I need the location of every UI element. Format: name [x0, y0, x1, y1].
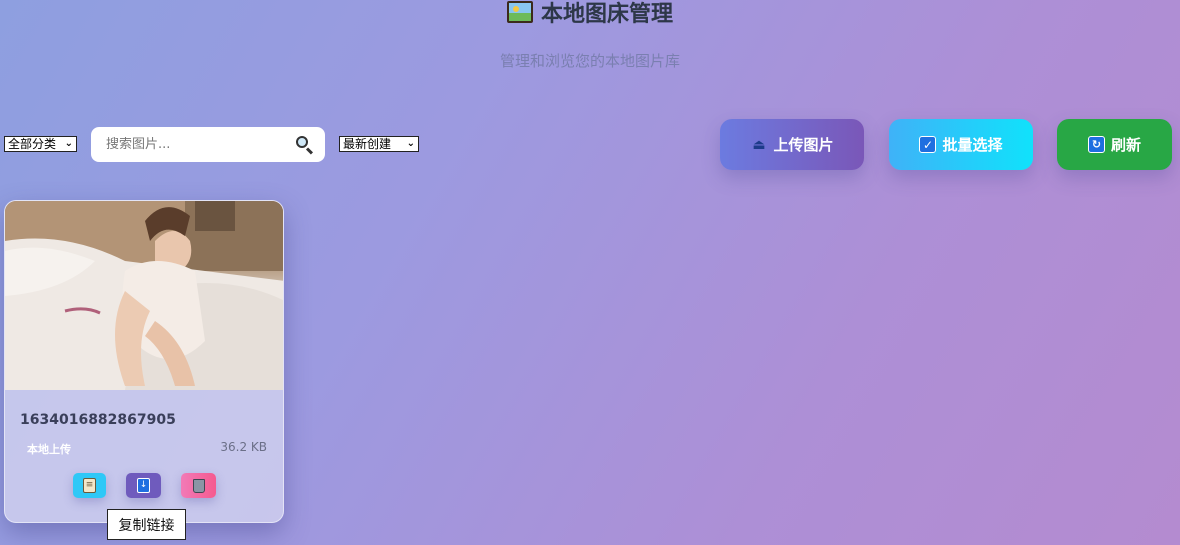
framed-picture-icon: [506, 1, 533, 23]
sort-select-value: 最新创建: [343, 137, 392, 151]
refresh-button[interactable]: ↻ 刷新: [1057, 119, 1172, 170]
page-subtitle: 管理和浏览您的本地图片库: [499, 52, 680, 70]
clipboard-icon: ≡: [83, 478, 96, 493]
chevron-down-icon: ⌄: [406, 138, 415, 149]
category-select-value: 全部分类: [8, 137, 57, 151]
category-select[interactable]: 全部分类 ⌄: [4, 136, 77, 152]
check-box-icon: ✓: [919, 136, 937, 153]
refresh-icon: ↻: [1087, 136, 1105, 153]
page-title-text: 本地图床管理: [540, 2, 673, 27]
image-name: 1634016882867905: [20, 412, 176, 428]
refresh-button-label: 刷新: [1110, 136, 1141, 154]
sort-select[interactable]: 最新创建 ⌄: [339, 136, 419, 152]
source-tag: 本地上传: [27, 443, 71, 456]
search-box[interactable]: [91, 127, 325, 162]
upload-button[interactable]: ⏏ 上传图片: [720, 119, 864, 170]
image-thumbnail[interactable]: [5, 201, 283, 390]
delete-button[interactable]: [181, 473, 216, 498]
trash-icon: [192, 478, 205, 493]
upload-tray-icon: ⏏: [752, 136, 766, 153]
batch-select-button[interactable]: ✓ 批量选择: [889, 119, 1033, 170]
upload-button-label: 上传图片: [773, 136, 834, 154]
search-input[interactable]: [106, 137, 295, 152]
copy-link-button[interactable]: ≡: [73, 473, 106, 498]
chevron-down-icon: ⌄: [64, 138, 73, 149]
image-card[interactable]: 1634016882867905 本地上传 36.2 KB ≡ ↓: [4, 200, 284, 523]
download-button[interactable]: ↓: [126, 473, 161, 498]
file-size: 36.2 KB: [220, 440, 267, 454]
download-arrow-icon: ↓: [137, 478, 150, 493]
batch-select-button-label: 批量选择: [942, 136, 1003, 154]
page-title: 本地图床管理: [0, 0, 1180, 28]
copy-link-tooltip: 复制链接: [107, 509, 186, 540]
search-icon[interactable]: [295, 135, 315, 155]
